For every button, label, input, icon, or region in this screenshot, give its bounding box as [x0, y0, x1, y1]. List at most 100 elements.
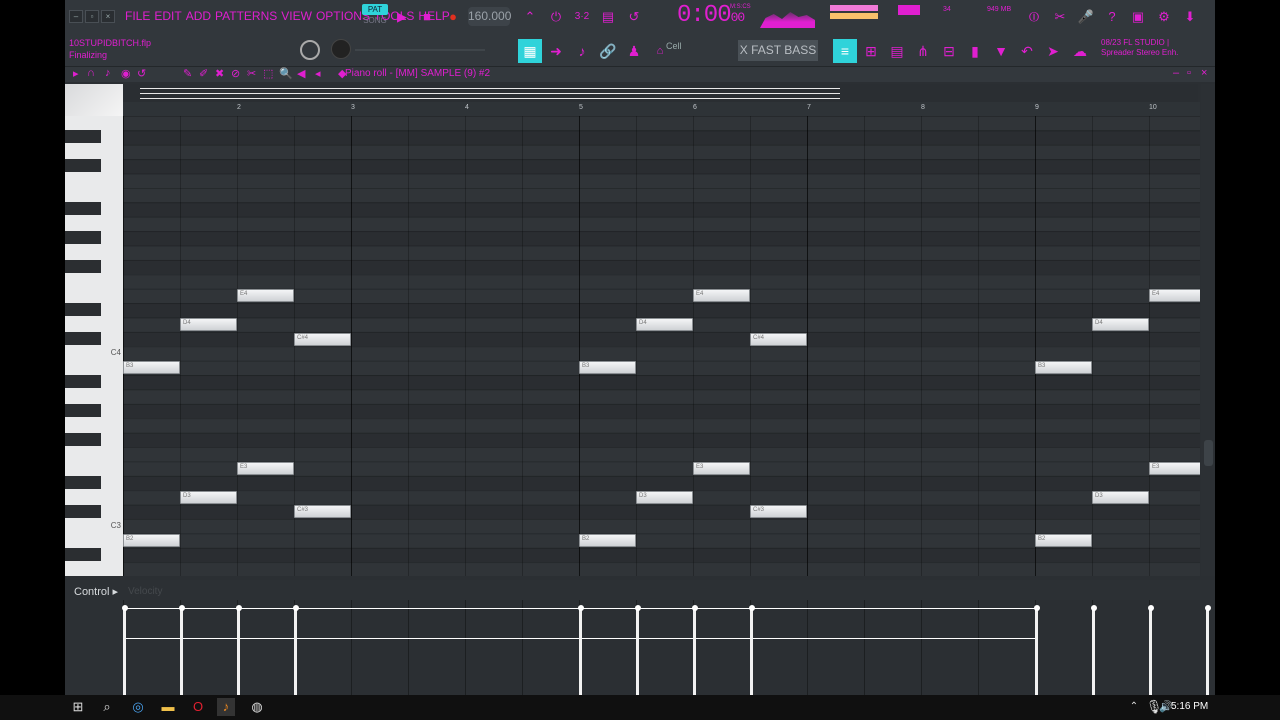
- note-grid[interactable]: E4E4E4E4D4D4D4D4C#4C#4C#4C#4B3B3B3B3E3E3…: [123, 116, 1200, 576]
- time-ruler[interactable]: 2 3 4 5 6 7 8 9 10: [123, 102, 1200, 116]
- black-key[interactable]: [65, 375, 101, 389]
- channel-preset[interactable]: X FAST BASS: [738, 40, 818, 61]
- note[interactable]: E4: [237, 289, 294, 303]
- close-icon[interactable]: ×: [101, 10, 115, 23]
- note[interactable]: E4: [693, 289, 750, 303]
- black-key[interactable]: [65, 231, 101, 245]
- pr-close-icon[interactable]: ×: [1201, 67, 1207, 79]
- tempo-tap-icon[interactable]: ➤: [1041, 39, 1065, 63]
- snap-selector[interactable]: Cell: [666, 41, 682, 51]
- mixer-icon[interactable]: ≡: [833, 39, 857, 63]
- record-icon[interactable]: ●: [443, 7, 463, 27]
- undo-icon[interactable]: ↶: [1015, 39, 1039, 63]
- menu-file[interactable]: FILE: [125, 9, 150, 23]
- note[interactable]: B3: [579, 361, 636, 375]
- speaker-icon[interactable]: ◂: [315, 67, 321, 80]
- velocity-bar[interactable]: [294, 608, 297, 695]
- note[interactable]: B3: [123, 361, 180, 375]
- plugin-picker-icon[interactable]: ⋔: [911, 39, 935, 63]
- file-icon[interactable]: ▮: [963, 39, 987, 63]
- black-key[interactable]: [65, 303, 101, 317]
- velocity-bar[interactable]: [750, 608, 753, 695]
- scrollbar-thumb[interactable]: [1204, 440, 1213, 466]
- restore-icon[interactable]: ▫: [85, 10, 99, 23]
- note[interactable]: B2: [123, 534, 180, 548]
- pitch-slider[interactable]: [355, 49, 485, 51]
- opera-icon[interactable]: O: [189, 698, 207, 716]
- black-key[interactable]: [65, 504, 101, 518]
- ruler-bar-6[interactable]: 6: [693, 104, 697, 111]
- black-key[interactable]: [65, 130, 101, 144]
- cut-icon[interactable]: ✂: [1050, 7, 1070, 27]
- note[interactable]: B2: [579, 534, 636, 548]
- loop-record-icon[interactable]: ↺: [624, 7, 644, 27]
- magnet-icon[interactable]: ∩: [87, 67, 95, 79]
- ruler-bar-4[interactable]: 4: [465, 104, 469, 111]
- brush-icon[interactable]: ✐: [199, 67, 208, 80]
- velocity-bar[interactable]: [693, 608, 696, 695]
- stamp-tool-icon[interactable]: ◉: [121, 67, 131, 80]
- fl-studio-taskbar-icon[interactable]: ♪: [217, 698, 235, 716]
- delete-icon[interactable]: ✖: [215, 67, 224, 80]
- control-target[interactable]: Velocity: [128, 586, 162, 597]
- select-icon[interactable]: ⬚: [263, 67, 273, 80]
- main-volume-knob[interactable]: [300, 40, 320, 60]
- black-key[interactable]: [65, 476, 101, 489]
- note[interactable]: D4: [636, 318, 693, 332]
- step-seq-icon[interactable]: ➜: [544, 39, 568, 63]
- chrome-icon[interactable]: ◎: [129, 698, 147, 716]
- velocity-handle[interactable]: [292, 605, 299, 611]
- velocity-handle[interactable]: [121, 605, 128, 611]
- black-key[interactable]: [65, 548, 101, 561]
- slice-icon[interactable]: ✂: [247, 67, 256, 80]
- channel-rack-icon[interactable]: ⊞: [859, 39, 883, 63]
- note[interactable]: D3: [180, 490, 237, 504]
- minimize-icon[interactable]: –: [69, 10, 83, 23]
- black-key[interactable]: [65, 432, 101, 446]
- pat-song-switch[interactable]: PAT SONG: [362, 4, 388, 28]
- velocity-handle[interactable]: [1147, 605, 1154, 611]
- piano-keyboard[interactable]: C4C3C2: [65, 116, 123, 576]
- playback-icon[interactable]: ◀: [297, 67, 305, 80]
- menu-edit[interactable]: EDIT: [154, 9, 181, 23]
- wait-input-icon[interactable]: ⏻: [546, 7, 566, 27]
- note[interactable]: D4: [180, 318, 237, 332]
- note[interactable]: E4: [1149, 289, 1200, 303]
- ruler-bar-2[interactable]: 2: [237, 104, 241, 111]
- browser-icon[interactable]: ▤: [885, 39, 909, 63]
- velocity-handle[interactable]: [691, 605, 698, 611]
- velocity-bar[interactable]: [636, 608, 639, 695]
- velocity-bar[interactable]: [1092, 608, 1095, 695]
- countdown-icon[interactable]: 3·2: [572, 7, 592, 27]
- piano-roll-icon[interactable]: ♪: [570, 39, 594, 63]
- main-pitch-knob[interactable]: [331, 39, 351, 59]
- link-icon[interactable]: 🔗: [596, 39, 620, 63]
- velocity-bar[interactable]: [123, 608, 126, 695]
- velocity-handle[interactable]: [1033, 605, 1040, 611]
- note-icon[interactable]: ♪: [105, 67, 111, 79]
- note[interactable]: C#3: [294, 505, 351, 519]
- velocity-bar[interactable]: [180, 608, 183, 695]
- black-key[interactable]: [65, 260, 101, 273]
- note[interactable]: C#4: [750, 332, 807, 346]
- velocity-handle[interactable]: [1204, 605, 1211, 611]
- velocity-bar[interactable]: [1206, 608, 1209, 695]
- velocity-handle[interactable]: [235, 605, 242, 611]
- ruler-bar-8[interactable]: 8: [921, 104, 925, 111]
- cloud-icon[interactable]: ☁: [1068, 39, 1092, 63]
- velocity-handle[interactable]: [577, 605, 584, 611]
- pat-mode[interactable]: PAT: [362, 4, 388, 15]
- help-icon[interactable]: ?: [1102, 7, 1122, 27]
- blend-notes-icon[interactable]: ▤: [598, 7, 618, 27]
- menu-patterns[interactable]: PATTERNS: [215, 9, 277, 23]
- play-icon[interactable]: ▶: [392, 7, 412, 27]
- vertical-scrollbar[interactable]: [1201, 84, 1215, 576]
- loop-icon[interactable]: ↺: [137, 67, 146, 80]
- zoom-icon[interactable]: 🔍: [279, 67, 293, 80]
- pencil-icon[interactable]: ✎: [183, 67, 192, 80]
- velocity-handle[interactable]: [178, 605, 185, 611]
- control-label[interactable]: Control ▸: [74, 585, 118, 598]
- note[interactable]: E3: [693, 462, 750, 476]
- black-key[interactable]: [65, 202, 101, 216]
- ruler-bar-3[interactable]: 3: [351, 104, 355, 111]
